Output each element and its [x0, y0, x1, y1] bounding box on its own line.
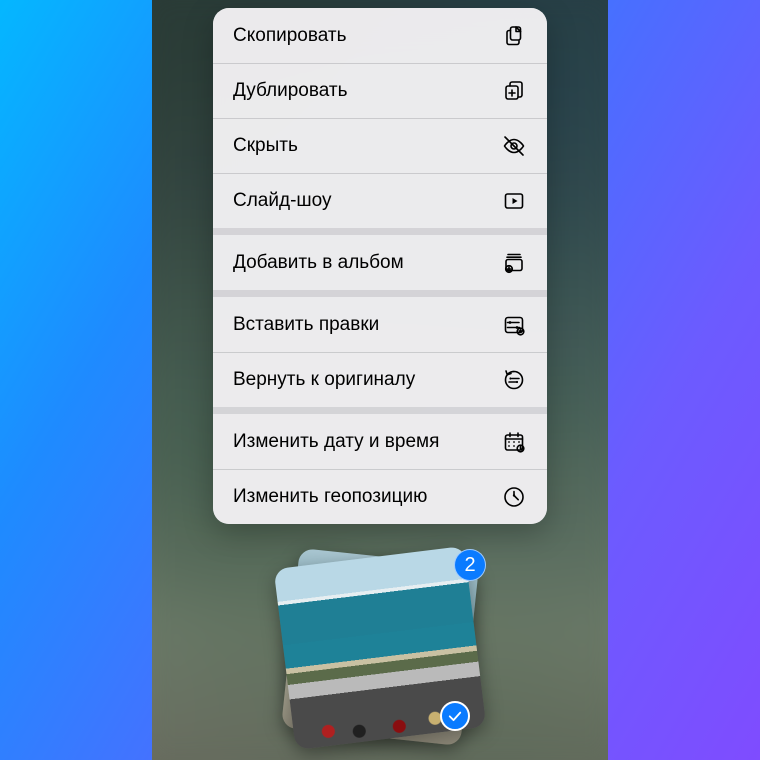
- menu-group: Изменить дату и время Изменить геопозици…: [213, 407, 547, 524]
- selection-check-icon: [440, 701, 470, 731]
- slideshow-icon: [501, 188, 527, 214]
- menu-item-revert[interactable]: Вернуть к оригиналу: [213, 352, 547, 407]
- menu-item-paste-edits[interactable]: Вставить правки: [213, 297, 547, 352]
- menu-item-edit-location[interactable]: Изменить геопозицию: [213, 469, 547, 524]
- add-album-icon: [501, 250, 527, 276]
- context-menu: Скопировать Дублировать Скрыть: [213, 8, 547, 524]
- menu-item-slideshow[interactable]: Слайд-шоу: [213, 173, 547, 228]
- menu-item-label: Слайд-шоу: [233, 190, 332, 212]
- menu-item-label: Дублировать: [233, 80, 348, 102]
- menu-group: Скопировать Дублировать Скрыть: [213, 8, 547, 228]
- menu-item-label: Изменить геопозицию: [233, 486, 427, 508]
- hide-icon: [501, 133, 527, 159]
- menu-item-hide[interactable]: Скрыть: [213, 118, 547, 173]
- phone-screenshot: Скопировать Дублировать Скрыть: [152, 0, 608, 760]
- menu-group: Вставить правки Вернуть к оригиналу: [213, 290, 547, 407]
- menu-item-label: Скопировать: [233, 25, 346, 47]
- background-gradient: Скопировать Дублировать Скрыть: [0, 0, 760, 760]
- menu-item-label: Скрыть: [233, 135, 298, 157]
- menu-item-label: Добавить в альбом: [233, 252, 404, 274]
- location-icon: [501, 484, 527, 510]
- menu-item-edit-datetime[interactable]: Изменить дату и время: [213, 414, 547, 469]
- copy-icon: [501, 23, 527, 49]
- menu-item-label: Изменить дату и время: [233, 431, 439, 453]
- menu-item-label: Вернуть к оригиналу: [233, 369, 415, 391]
- menu-item-duplicate[interactable]: Дублировать: [213, 63, 547, 118]
- paste-edits-icon: [501, 312, 527, 338]
- duplicate-icon: [501, 78, 527, 104]
- revert-icon: [501, 367, 527, 393]
- menu-item-add-to-album[interactable]: Добавить в альбом: [213, 235, 547, 290]
- menu-item-copy[interactable]: Скопировать: [213, 8, 547, 63]
- menu-group: Добавить в альбом: [213, 228, 547, 290]
- calendar-icon: [501, 429, 527, 455]
- selection-stack[interactable]: 2: [276, 555, 484, 743]
- selection-count-badge: 2: [454, 549, 486, 581]
- menu-item-label: Вставить правки: [233, 314, 379, 336]
